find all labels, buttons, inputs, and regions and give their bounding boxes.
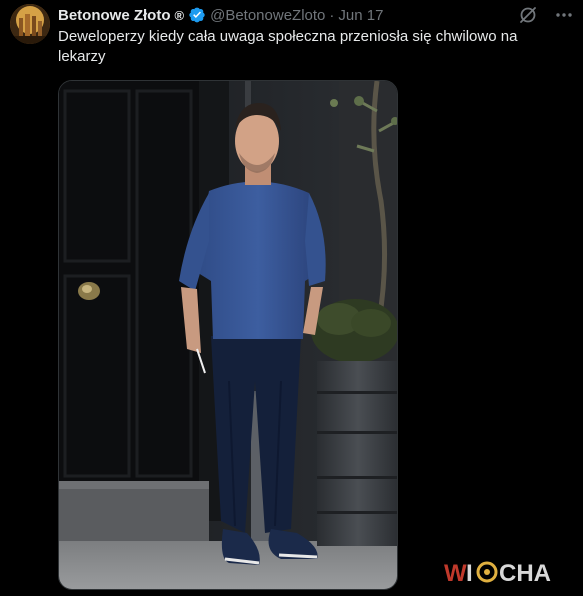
author-name[interactable]: Betonowe Złoto: [58, 7, 171, 24]
svg-text:CHA: CHA: [499, 560, 551, 586]
photo-man-standing-by-door: [59, 81, 397, 589]
wiocha-watermark-logo: W I CHA: [444, 558, 572, 587]
tweet-media-photo[interactable]: [58, 80, 398, 590]
svg-text:I: I: [466, 560, 473, 586]
avatar-image: [10, 4, 50, 44]
header-actions: [517, 4, 575, 26]
tweet-header: Betonowe Złoto ® @BetonoweZloto · Jun 17: [58, 5, 383, 25]
author-handle[interactable]: @BetonoweZloto: [210, 7, 325, 24]
header-separator: ·: [329, 6, 335, 24]
grok-icon[interactable]: [517, 4, 539, 26]
tweet-text: Deweloperzy kiedy cała uwaga społeczna p…: [58, 28, 518, 65]
svg-text:W: W: [444, 560, 467, 586]
author-badge: ®: [174, 7, 185, 23]
avatar[interactable]: [10, 4, 50, 44]
more-options-icon[interactable]: [553, 4, 575, 26]
tweet-date[interactable]: Jun 17: [338, 7, 383, 24]
verified-badge-icon: [188, 6, 206, 24]
